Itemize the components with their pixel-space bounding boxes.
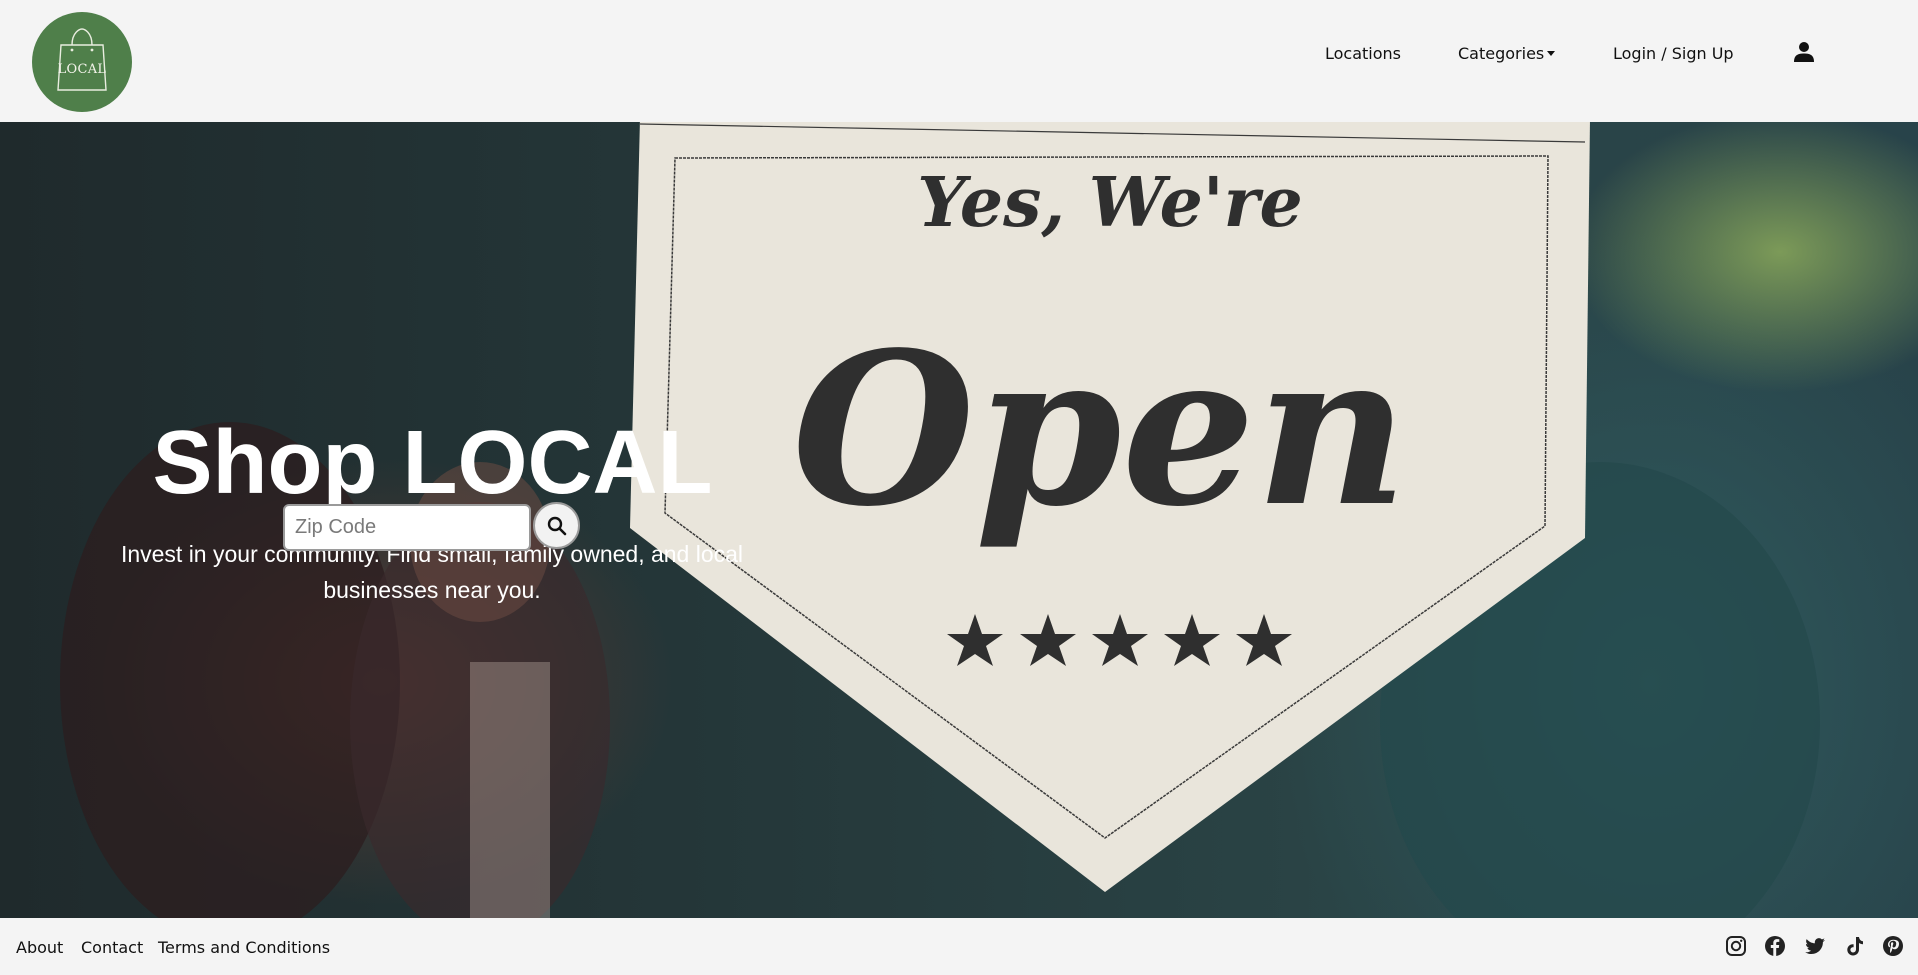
zip-code-input[interactable] (283, 504, 531, 551)
site-header: LOCAL Locations Categories Login / Sign … (0, 0, 1918, 122)
user-icon[interactable] (1793, 41, 1815, 63)
instagram-icon[interactable] (1725, 935, 1747, 957)
footer-link-about[interactable]: About (16, 938, 63, 957)
hero-section: Yes, We're Open Shop LOCAL Invest in you… (0, 122, 1918, 918)
logo-text: LOCAL (57, 62, 107, 77)
nav-locations[interactable]: Locations (1325, 44, 1401, 63)
site-footer: About Contact Terms and Conditions (0, 918, 1918, 975)
nav-categories-label: Categories (1458, 44, 1545, 63)
sign-text-yes-were: Yes, We're (917, 163, 1303, 243)
hero-title: Shop LOCAL (152, 413, 713, 513)
facebook-icon[interactable] (1764, 935, 1786, 957)
search-button[interactable] (533, 502, 580, 549)
logo[interactable]: LOCAL (32, 12, 132, 112)
nav-login-signup[interactable]: Login / Sign Up (1613, 44, 1734, 63)
pinterest-icon[interactable] (1882, 935, 1904, 957)
twitter-icon[interactable] (1804, 935, 1826, 957)
footer-link-terms[interactable]: Terms and Conditions (158, 938, 330, 957)
footer-link-contact[interactable]: Contact (81, 938, 143, 957)
nav-categories[interactable]: Categories (1458, 44, 1556, 63)
tiktok-icon[interactable] (1844, 935, 1866, 957)
chevron-down-icon (1547, 51, 1556, 56)
search-icon (547, 516, 567, 536)
sign-text-open: Open (792, 306, 1408, 553)
